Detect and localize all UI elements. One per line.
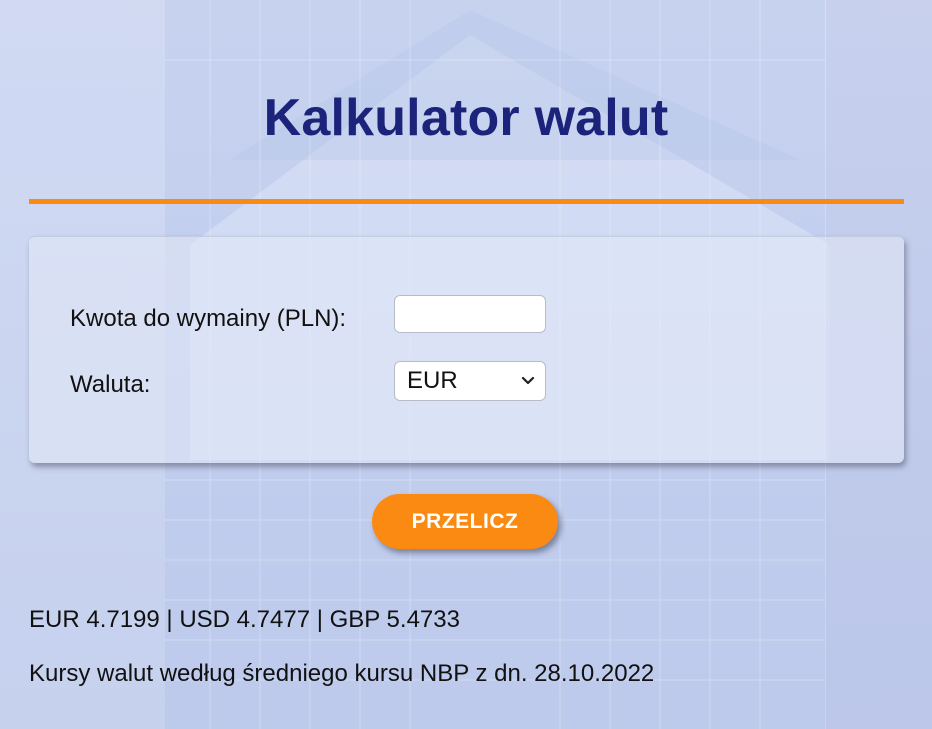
page-title: Kalkulator walut bbox=[263, 89, 669, 147]
currency-label: Waluta: bbox=[70, 371, 151, 398]
currency-select-value: EUR bbox=[407, 367, 458, 394]
currency-select[interactable]: EUR bbox=[394, 361, 546, 401]
convert-button[interactable]: PRZELICZ bbox=[372, 494, 558, 549]
amount-input[interactable] bbox=[394, 295, 546, 333]
amount-label: Kwota do wymainy (PLN): bbox=[70, 305, 347, 332]
exchange-rates-note: Kursy walut według średniego kursu NBP z… bbox=[29, 660, 655, 687]
converter-form: Kwota do wymainy (PLN): Waluta: EUR bbox=[29, 236, 904, 463]
title-divider bbox=[29, 199, 904, 204]
exchange-rates-summary: EUR 4.7199 | USD 4.7477 | GBP 5.4733 bbox=[29, 606, 460, 633]
currency-calculator-page: Kalkulator walut Kwota do wymainy (PLN):… bbox=[0, 0, 932, 729]
chevron-down-icon bbox=[521, 374, 535, 388]
